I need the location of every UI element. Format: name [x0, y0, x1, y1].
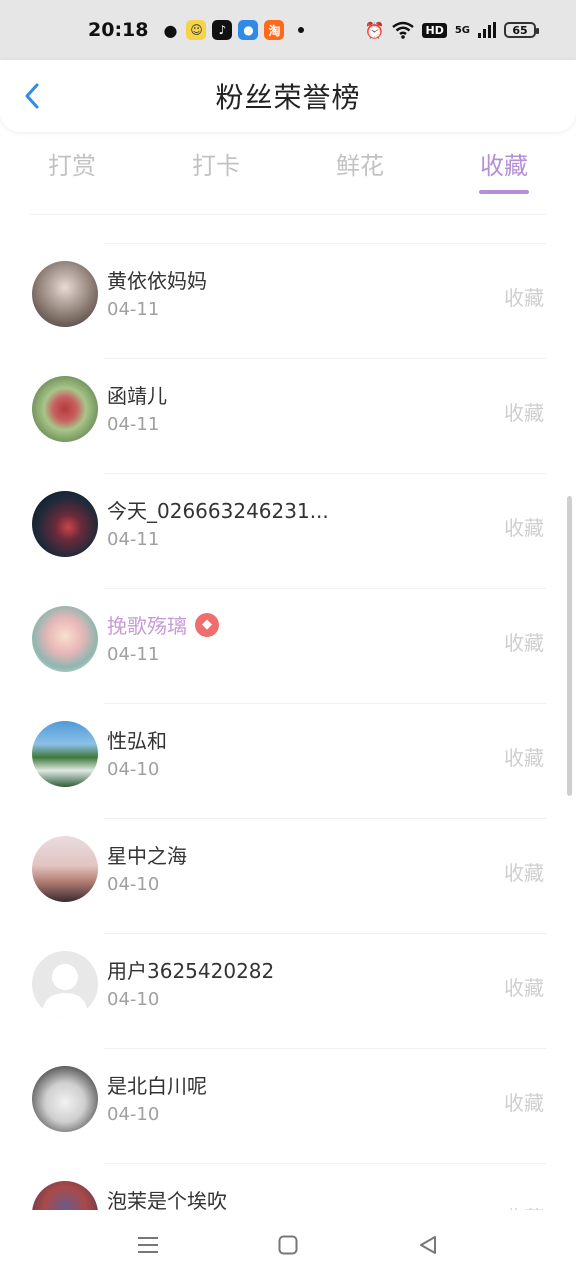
header-bar: 粉丝荣誉榜	[0, 60, 576, 132]
list-item[interactable]: 性弘和 04-10 收藏	[0, 690, 576, 805]
list-date: 04-10	[107, 989, 160, 1010]
avatar[interactable]	[32, 1181, 98, 1210]
user-name: 挽歌殇璃 ◆	[107, 610, 219, 639]
divider	[104, 1048, 546, 1049]
tab-bar: 打赏 打卡 鲜花 收藏	[0, 140, 576, 200]
list-item[interactable]: 星中之海 04-10 收藏	[0, 805, 576, 920]
app-yellow-icon: ☺	[186, 20, 207, 40]
menu-button[interactable]	[78, 1235, 218, 1255]
avatar[interactable]	[32, 261, 98, 327]
divider	[104, 933, 546, 934]
user-name: 今天_026663246231...	[107, 499, 329, 523]
status-time: 20:18	[88, 19, 149, 41]
favorite-label: 收藏	[504, 1091, 544, 1115]
user-name: 函靖儿	[107, 384, 167, 408]
list-date: 04-11	[107, 644, 160, 665]
signal-icon	[478, 22, 496, 38]
menu-icon	[138, 1237, 158, 1253]
wechat-icon: ●	[163, 20, 178, 40]
list-item[interactable]: 黄依依妈妈 04-11 收藏	[0, 230, 576, 345]
favorite-label: 收藏	[504, 401, 544, 425]
divider	[104, 588, 546, 589]
favorite-label: 收藏	[504, 286, 544, 310]
wifi-icon	[392, 21, 415, 39]
user-name: 黄依依妈妈	[107, 269, 207, 293]
diamond-icon: ◆	[195, 612, 219, 637]
favorite-label: 收藏	[504, 976, 544, 1000]
divider	[104, 358, 546, 359]
favorite-label: 收藏	[504, 631, 544, 655]
list-item[interactable]: 用户3625420282 04-10 收藏	[0, 920, 576, 1035]
tiktok-icon: ♪	[212, 20, 233, 40]
list-date: 04-10	[107, 1104, 160, 1125]
divider	[104, 703, 546, 704]
home-square-icon	[278, 1235, 298, 1255]
avatar[interactable]	[32, 721, 98, 787]
scrollbar[interactable]	[567, 496, 572, 796]
back-triangle-icon	[420, 1236, 436, 1254]
list-item[interactable]: 挽歌殇璃 ◆ 04-11 收藏	[0, 575, 576, 690]
back-button[interactable]	[18, 82, 46, 110]
avatar[interactable]	[32, 606, 98, 672]
notification-icons: ● ☺ ♪ ● 淘	[160, 20, 305, 40]
list-item[interactable]: 函靖儿 04-11 收藏	[0, 345, 576, 460]
tab-reward[interactable]: 打赏	[0, 140, 144, 200]
alarm-icon: ⏰	[364, 20, 385, 40]
avatar[interactable]	[32, 1066, 98, 1132]
hd-badge: HD	[422, 22, 447, 38]
user-name: 用户3625420282	[107, 959, 275, 983]
avatar[interactable]	[32, 836, 98, 902]
divider	[104, 1163, 546, 1164]
tab-favorites[interactable]: 收藏	[432, 140, 576, 200]
divider	[104, 818, 546, 819]
list-item[interactable]: 今天_026663246231... 04-11 收藏	[0, 460, 576, 575]
avatar[interactable]	[32, 951, 98, 1017]
home-button[interactable]	[218, 1235, 358, 1255]
back-nav-button[interactable]	[358, 1235, 498, 1255]
list-item[interactable]: 泡茉是个埃吹 收藏	[0, 1150, 576, 1210]
fan-list: 黄依依妈妈 04-11 收藏 函靖儿 04-11 收藏 今天_026663246…	[0, 230, 576, 1210]
list-item[interactable]: 是北白川呢 04-10 收藏	[0, 1035, 576, 1150]
status-bar: 20:18 ● ☺ ♪ ● 淘 ⏰ HD 5G 65	[0, 0, 576, 60]
list-date: 04-10	[107, 759, 160, 780]
divider	[104, 473, 546, 474]
favorite-label: 收藏	[504, 861, 544, 885]
user-name: 是北白川呢	[107, 1074, 207, 1098]
page-title: 粉丝荣誉榜	[215, 81, 361, 114]
battery-indicator: 65	[504, 22, 539, 38]
user-name: 性弘和	[107, 729, 167, 753]
avatar[interactable]	[32, 491, 98, 557]
favorite-label: 收藏	[504, 1202, 544, 1210]
user-name: 泡茉是个埃吹	[107, 1189, 227, 1210]
list-date: 04-10	[107, 874, 160, 895]
network-label: 5G	[454, 24, 470, 36]
favorite-label: 收藏	[504, 746, 544, 770]
avatar[interactable]	[32, 376, 98, 442]
favorite-label: 收藏	[504, 516, 544, 540]
list-date: 04-11	[107, 299, 160, 320]
system-nav-bar	[0, 1210, 576, 1280]
tab-flowers[interactable]: 鲜花	[288, 140, 432, 200]
more-notifications-icon	[298, 27, 305, 33]
list-date: 04-11	[107, 529, 160, 550]
taobao-icon: 淘	[264, 20, 285, 40]
default-avatar-icon	[42, 964, 88, 1017]
tab-checkin[interactable]: 打卡	[144, 140, 288, 200]
chevron-left-icon	[25, 83, 39, 109]
user-name: 星中之海	[107, 844, 187, 868]
divider	[104, 243, 546, 244]
app-blue-icon: ●	[238, 20, 259, 40]
list-date: 04-11	[107, 414, 160, 435]
divider	[30, 214, 546, 215]
